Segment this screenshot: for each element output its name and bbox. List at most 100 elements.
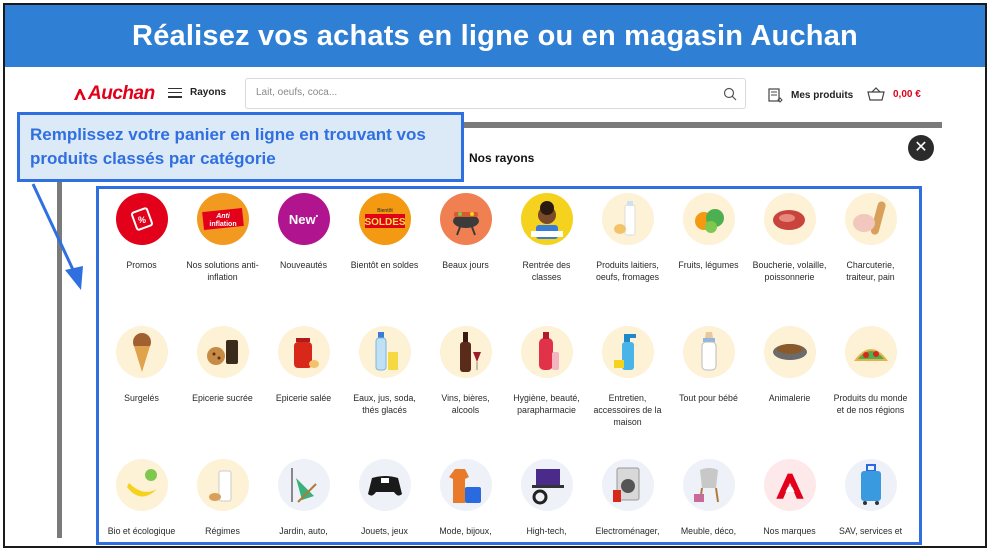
category-item[interactable]: New• Nouveautés xyxy=(263,190,344,323)
search-input[interactable] xyxy=(256,87,696,98)
percent-tag-icon: % xyxy=(115,193,168,245)
svg-text:%: % xyxy=(137,215,145,225)
category-item[interactable]: Tout pour bébé xyxy=(668,323,749,456)
category-item[interactable]: Régimes xyxy=(182,456,263,545)
svg-text:inflation: inflation xyxy=(209,221,236,228)
gamepad-icon xyxy=(358,459,411,511)
milk-icon xyxy=(601,193,654,245)
meat-icon xyxy=(763,193,816,245)
baby-bottle-icon xyxy=(682,326,735,378)
category-item[interactable]: Jouets, jeux xyxy=(344,456,425,545)
callout-text: Remplissez votre panier en ligne en trou… xyxy=(30,125,426,168)
category-label: Beaux jours xyxy=(442,260,489,270)
jar-icon xyxy=(277,326,330,378)
ice-cream-icon xyxy=(115,326,168,378)
category-item[interactable]: % Promos xyxy=(101,190,182,323)
category-label: Promos xyxy=(126,260,157,270)
suitcase-icon xyxy=(844,459,897,511)
fruits-icon xyxy=(682,193,735,245)
wine-icon xyxy=(439,326,492,378)
category-item[interactable]: Jardin, auto, xyxy=(263,456,344,545)
annotation-callout: Remplissez votre panier en ligne en trou… xyxy=(17,112,464,182)
category-item[interactable]: Nos marques xyxy=(749,456,830,545)
category-item[interactable]: Bio et écologique xyxy=(101,456,182,545)
anti-inflation-icon: Anti inflation xyxy=(196,193,249,245)
category-label: Electroménager, xyxy=(595,526,660,536)
category-label: Nos marques xyxy=(763,526,816,536)
search-icon[interactable] xyxy=(723,87,737,101)
rayons-label: Rayons xyxy=(190,87,227,98)
panel-title: Nos rayons xyxy=(469,151,535,165)
category-label: Bientôt en soldes xyxy=(350,260,419,270)
charcuterie-icon xyxy=(844,193,897,245)
close-button[interactable]: ✕ xyxy=(908,135,934,161)
close-icon: ✕ xyxy=(914,139,928,156)
barbecue-icon xyxy=(439,193,492,245)
annotation-arrow xyxy=(31,183,83,290)
category-item[interactable]: Anti inflation Nos solutions anti-inflatio… xyxy=(182,190,263,323)
basket-icon xyxy=(867,87,885,101)
category-item[interactable]: Produits laitiers, oeufs, fromages xyxy=(587,190,668,323)
category-item[interactable]: Boucherie, volaille, poissonnerie xyxy=(749,190,830,323)
svg-text:Bientôt: Bientôt xyxy=(377,208,393,214)
cart-total: 0,00 € xyxy=(893,88,921,100)
category-item[interactable]: Produits du monde et de nos régions xyxy=(830,323,911,456)
category-item[interactable]: Rentrée des classes xyxy=(506,190,587,323)
category-item[interactable]: Beaux jours xyxy=(425,190,506,323)
water-bottle-icon xyxy=(358,326,411,378)
title-banner: Réalisez vos achats en ligne ou en magas… xyxy=(5,5,985,67)
category-item[interactable]: Fruits, légumes xyxy=(668,190,749,323)
category-label: Epicerie sucrée xyxy=(192,393,253,403)
category-label: Animalerie xyxy=(768,393,811,403)
category-item[interactable]: Epicerie salée xyxy=(263,323,344,456)
washing-machine-icon xyxy=(601,459,654,511)
laptop-icon xyxy=(520,459,573,511)
category-label: Boucherie, volaille, poissonnerie xyxy=(752,260,827,282)
category-item[interactable]: Mode, bijoux, xyxy=(425,456,506,545)
chair-icon xyxy=(682,459,735,511)
category-item[interactable]: Eaux, jus, soda, thés glacés xyxy=(344,323,425,456)
category-label: Eaux, jus, soda, thés glacés xyxy=(353,393,416,415)
category-label: Meuble, déco, xyxy=(680,526,737,536)
category-item[interactable]: High-tech, xyxy=(506,456,587,545)
category-item[interactable]: Meuble, déco, xyxy=(668,456,749,545)
category-label: Jardin, auto, xyxy=(279,526,328,536)
category-label: Rentrée des classes xyxy=(522,260,571,282)
screenshot-frame: Réalisez vos achats en ligne ou en magas… xyxy=(3,3,987,548)
category-label: Jouets, jeux xyxy=(361,526,408,536)
new-badge-icon: New• xyxy=(277,193,330,245)
auchan-logo[interactable]: Auchan xyxy=(73,83,155,105)
banana-icon xyxy=(115,459,168,511)
product-list-icon xyxy=(768,88,783,103)
category-item[interactable]: Electroménager, xyxy=(587,456,668,545)
category-item[interactable]: Animalerie xyxy=(749,323,830,456)
rayons-menu-button[interactable]: Rayons xyxy=(168,87,226,98)
category-item[interactable]: SAV, services et xyxy=(830,456,911,545)
auchan-bird-icon xyxy=(74,89,86,100)
category-label: Mode, bijoux, xyxy=(439,526,492,536)
category-item[interactable]: Entretien, accessoires de la maison xyxy=(587,323,668,456)
category-label: Régimes xyxy=(205,526,240,536)
category-label: Produits du monde et de nos régions xyxy=(833,393,908,415)
search-bar[interactable] xyxy=(245,78,746,109)
category-item[interactable]: Charcuterie, traiteur, pain xyxy=(830,190,911,323)
category-item[interactable]: Vins, bières, alcools xyxy=(425,323,506,456)
category-item[interactable]: Hygiène, beauté, parapharmacie xyxy=(506,323,587,456)
category-item[interactable]: Epicerie sucrée xyxy=(182,323,263,456)
cookies-icon xyxy=(196,326,249,378)
category-label: Fruits, légumes xyxy=(678,260,739,270)
hamburger-icon xyxy=(168,87,182,98)
my-products-button[interactable]: Mes produits xyxy=(767,87,853,103)
category-label: Vins, bières, alcools xyxy=(441,393,490,415)
category-label: Produits laitiers, oeufs, fromages xyxy=(595,260,660,282)
category-label: Nos solutions anti-inflation xyxy=(186,260,259,282)
category-label: Epicerie salée xyxy=(275,393,332,403)
clothes-icon xyxy=(439,459,492,511)
category-item[interactable]: Surgelés xyxy=(101,323,182,456)
cart-button[interactable]: 0,00 € xyxy=(867,87,921,101)
svg-text:SOLDES: SOLDES xyxy=(364,217,405,228)
category-item[interactable]: SOLDES Bientôt Bientôt en soldes xyxy=(344,190,425,323)
category-label: Nouveautés xyxy=(280,260,327,270)
category-label: SAV, services et xyxy=(838,526,903,536)
banner-title: Réalisez vos achats en ligne ou en magas… xyxy=(132,19,858,52)
